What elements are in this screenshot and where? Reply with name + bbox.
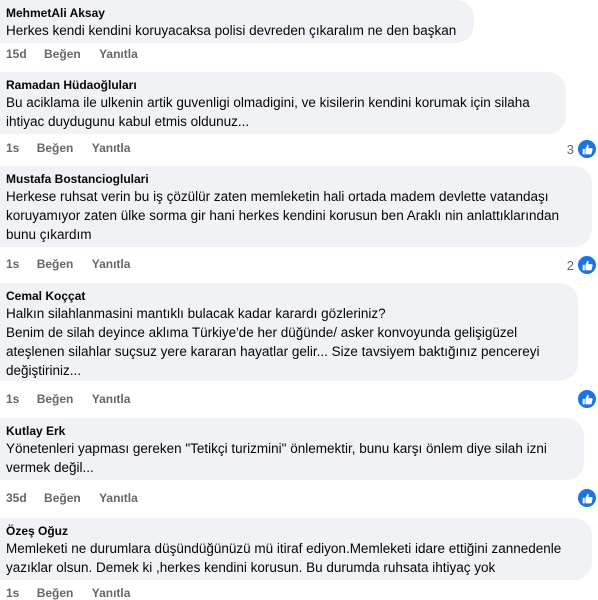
like-button[interactable]: Beğen — [37, 141, 74, 155]
comment-actions: 35d Beğen Yanıtla — [6, 491, 153, 505]
like-button[interactable]: Beğen — [37, 257, 74, 271]
comment-text: Memleketi ne durumlara düşündüğünüzü mü … — [6, 541, 562, 575]
like-button[interactable]: Beğen — [37, 392, 74, 406]
comment-time[interactable]: 1s — [6, 392, 19, 406]
comment-text: Yönetenleri yapması gereken "Tetikçi tur… — [6, 441, 547, 475]
comment-author[interactable]: Kutlay Erk — [6, 423, 572, 439]
reaction-summary[interactable]: 3 — [567, 138, 598, 160]
comment-time[interactable]: 15d — [6, 47, 27, 61]
reaction-summary[interactable] — [576, 487, 598, 509]
reaction-count: 2 — [566, 257, 574, 273]
comment-actions: 1s Beğen Yanıtla — [6, 392, 145, 406]
like-button[interactable]: Beğen — [44, 491, 81, 505]
reply-button[interactable]: Yanıtla — [92, 141, 131, 155]
comment-bubble: Mustafa Bostancioglulari Herkese ruhsat … — [0, 166, 592, 247]
comment-actions: 1s Beğen Yanıtla — [6, 257, 145, 271]
comment-time[interactable]: 1s — [6, 257, 19, 271]
comment-author[interactable]: Cemal Koççat — [6, 288, 566, 304]
comment-author[interactable]: Mustafa Bostancioglulari — [6, 171, 580, 187]
comment-bubble: Özeş Oğuz Memleketi ne durumlara düşündü… — [0, 518, 592, 580]
like-thumb-icon — [576, 487, 598, 509]
like-thumb-icon — [576, 254, 598, 276]
comment-time[interactable]: 1s — [6, 586, 19, 600]
comment-actions: 15d Beğen Yanıtla — [6, 47, 153, 61]
comment-author[interactable]: MehmetAli Aksay — [6, 5, 462, 21]
comment-actions: 1s Beğen Yanıtla — [6, 141, 145, 155]
reaction-summary[interactable]: 2 — [567, 254, 598, 276]
comment-time[interactable]: 35d — [6, 491, 27, 505]
reply-button[interactable]: Yanıtla — [92, 392, 131, 406]
like-button[interactable]: Beğen — [37, 586, 74, 600]
like-thumb-icon — [576, 388, 598, 410]
reply-button[interactable]: Yanıtla — [92, 586, 131, 600]
reply-button[interactable]: Yanıtla — [99, 491, 138, 505]
like-button[interactable]: Beğen — [44, 47, 81, 61]
comment-author[interactable]: Özeş Oğuz — [6, 523, 580, 539]
comment-text: Bu aciklama ile ulkenin artik guvenligi … — [6, 95, 530, 129]
comment-author[interactable]: Ramadan Hüdaoğluları — [6, 77, 554, 93]
reply-button[interactable]: Yanıtla — [92, 257, 131, 271]
comment-time[interactable]: 1s — [6, 141, 19, 155]
reaction-count: 3 — [566, 141, 574, 157]
comment-text: Halkın silahlanmasini mantıklı bulacak k… — [6, 306, 540, 378]
comment-bubble: Kutlay Erk Yönetenleri yapması gereken "… — [0, 418, 584, 480]
comment-bubble: Ramadan Hüdaoğluları Bu aciklama ile ulk… — [0, 72, 566, 134]
comment-text: Herkese ruhsat verin bu iş çözülür zaten… — [6, 189, 560, 242]
reaction-summary[interactable] — [576, 388, 598, 410]
comment-bubble: Cemal Koççat Halkın silahlanmasini mantı… — [0, 283, 578, 381]
reply-button[interactable]: Yanıtla — [99, 47, 138, 61]
comment-bubble: MehmetAli Aksay Herkes kendi kendini kor… — [0, 0, 474, 43]
like-thumb-icon — [576, 138, 598, 160]
comment-text: Herkes kendi kendini koruyacaksa polisi … — [6, 23, 457, 38]
comment-actions: 1s Beğen Yanıtla — [6, 586, 145, 600]
